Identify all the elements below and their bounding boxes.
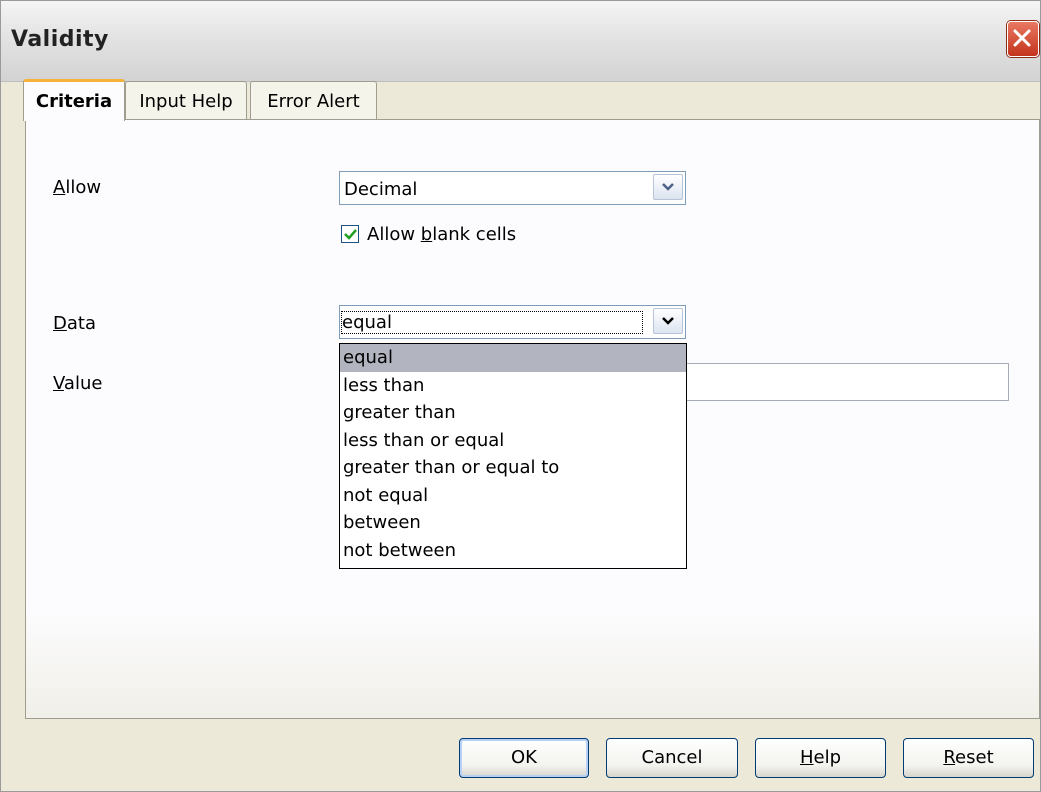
- tab-error-alert[interactable]: Error Alert: [250, 81, 377, 119]
- allow-label: Allow: [53, 177, 102, 198]
- dropdown-option[interactable]: not between: [340, 537, 686, 565]
- tab-input-help[interactable]: Input Help: [125, 81, 247, 119]
- help-button[interactable]: Help: [755, 738, 886, 778]
- dropdown-option[interactable]: less than or equal: [340, 427, 686, 455]
- dropdown-option[interactable]: greater than: [340, 399, 686, 427]
- window-title: Validity: [11, 27, 109, 52]
- allow-blank-checkbox[interactable]: [341, 225, 359, 243]
- tab-criteria-label: Criteria: [35, 91, 113, 112]
- tab-error-alert-label: Error Alert: [267, 91, 360, 112]
- help-button-label: Help: [799, 747, 842, 768]
- close-icon: [1013, 29, 1031, 47]
- checkmark-icon: [344, 229, 357, 240]
- allow-value: Decimal: [344, 179, 418, 200]
- ok-button[interactable]: OK: [459, 738, 589, 778]
- tab-criteria[interactable]: Criteria: [23, 79, 125, 121]
- chevron-down-icon: [662, 183, 674, 191]
- allow-dropdown-button[interactable]: [653, 174, 683, 200]
- close-button[interactable]: [1007, 21, 1039, 57]
- reset-button-label: Reset: [943, 747, 994, 768]
- dropdown-option[interactable]: less than: [340, 372, 686, 400]
- chevron-down-icon: [662, 317, 674, 325]
- value-label: Value: [53, 373, 103, 394]
- allow-combobox[interactable]: Decimal: [339, 171, 686, 205]
- title-bar[interactable]: Validity: [1, 1, 1040, 82]
- data-combobox[interactable]: equal: [339, 305, 686, 339]
- reset-button[interactable]: Reset: [903, 738, 1034, 778]
- cancel-button[interactable]: Cancel: [606, 738, 738, 778]
- dropdown-option[interactable]: greater than or equal to: [340, 454, 686, 482]
- data-dropdown-button[interactable]: [653, 308, 683, 334]
- data-dropdown-list[interactable]: equal less than greater than less than o…: [339, 343, 687, 569]
- ok-button-label: OK: [511, 747, 537, 768]
- data-label: Data: [53, 313, 96, 334]
- data-value: equal: [341, 311, 643, 334]
- cancel-button-label: Cancel: [641, 747, 703, 768]
- dropdown-option[interactable]: not equal: [340, 482, 686, 510]
- dropdown-option[interactable]: equal: [340, 344, 686, 372]
- validity-dialog: Validity Criteria Input Help Error Alert…: [0, 0, 1041, 792]
- dropdown-option[interactable]: between: [340, 509, 686, 537]
- tab-input-help-label: Input Help: [139, 91, 233, 112]
- allow-blank-label[interactable]: Allow blank cells: [367, 224, 516, 245]
